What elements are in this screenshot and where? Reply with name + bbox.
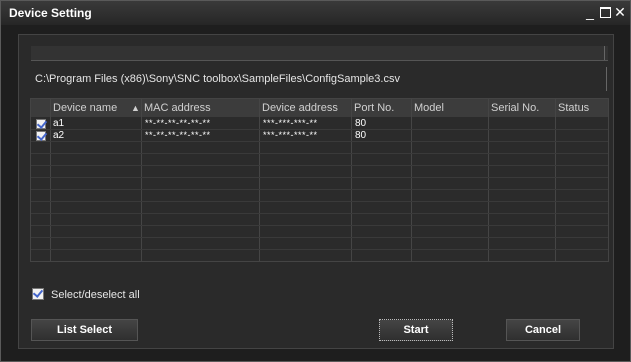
- column-serial-no[interactable]: Serial No.: [491, 102, 539, 114]
- device-setting-window: Device Setting _ ✕ C:\Program Files (x86…: [0, 0, 631, 362]
- table-row: [31, 178, 608, 190]
- table-row[interactable]: a2 **-**-**-**-**-** ***-***-***-** 80: [31, 130, 608, 142]
- mac-address-cell: **-**-**-**-**-**: [145, 118, 211, 128]
- table-row: [31, 238, 608, 250]
- mac-address-cell: **-**-**-**-**-**: [145, 130, 211, 140]
- cancel-button[interactable]: Cancel: [506, 319, 580, 341]
- top-scroll-strip[interactable]: [31, 46, 608, 61]
- table-row: [31, 142, 608, 154]
- close-button[interactable]: ✕: [613, 5, 627, 19]
- device-name-cell: a2: [53, 130, 65, 141]
- scroll-marker: [604, 46, 605, 60]
- port-no-cell: 80: [355, 130, 367, 141]
- file-path-text: C:\Program Files (x86)\Sony\SNC toolbox\…: [35, 73, 400, 85]
- device-address-cell: ***-***-***-**: [263, 118, 318, 128]
- maximize-icon: [599, 7, 611, 18]
- select-all-checkbox[interactable]: [32, 288, 44, 300]
- column-device-name[interactable]: Device name: [53, 102, 117, 114]
- device-name-cell: a1: [53, 118, 65, 129]
- row-checkbox[interactable]: [36, 119, 46, 129]
- device-address-cell: ***-***-***-**: [263, 130, 318, 140]
- table-row: [31, 154, 608, 166]
- table-row[interactable]: a1 **-**-**-**-**-** ***-***-***-** 80: [31, 118, 608, 130]
- column-mac-address[interactable]: MAC address: [144, 102, 211, 114]
- port-no-cell: 80: [355, 118, 367, 129]
- table-row: [31, 226, 608, 238]
- column-model[interactable]: Model: [414, 102, 444, 114]
- column-port-no[interactable]: Port No.: [354, 102, 394, 114]
- sort-ascending-icon: ▲: [131, 103, 140, 113]
- start-button[interactable]: Start: [379, 319, 453, 341]
- title-bar[interactable]: Device Setting _ ✕: [1, 1, 630, 25]
- window-title: Device Setting: [9, 6, 92, 20]
- table-row: [31, 202, 608, 214]
- minimize-button[interactable]: _: [583, 5, 597, 19]
- table-header: Device name ▲ MAC address Device address…: [31, 99, 608, 117]
- table-row: [31, 214, 608, 226]
- list-select-button[interactable]: List Select: [31, 319, 138, 341]
- file-path-box: C:\Program Files (x86)\Sony\SNC toolbox\…: [31, 67, 607, 91]
- table-row: [31, 190, 608, 202]
- row-checkbox[interactable]: [36, 131, 46, 141]
- select-all-label[interactable]: Select/deselect all: [51, 289, 140, 301]
- maximize-button[interactable]: [598, 5, 612, 19]
- column-device-address[interactable]: Device address: [262, 102, 338, 114]
- column-status[interactable]: Status: [558, 102, 589, 114]
- table-row: [31, 166, 608, 178]
- device-table[interactable]: Device name ▲ MAC address Device address…: [30, 98, 609, 262]
